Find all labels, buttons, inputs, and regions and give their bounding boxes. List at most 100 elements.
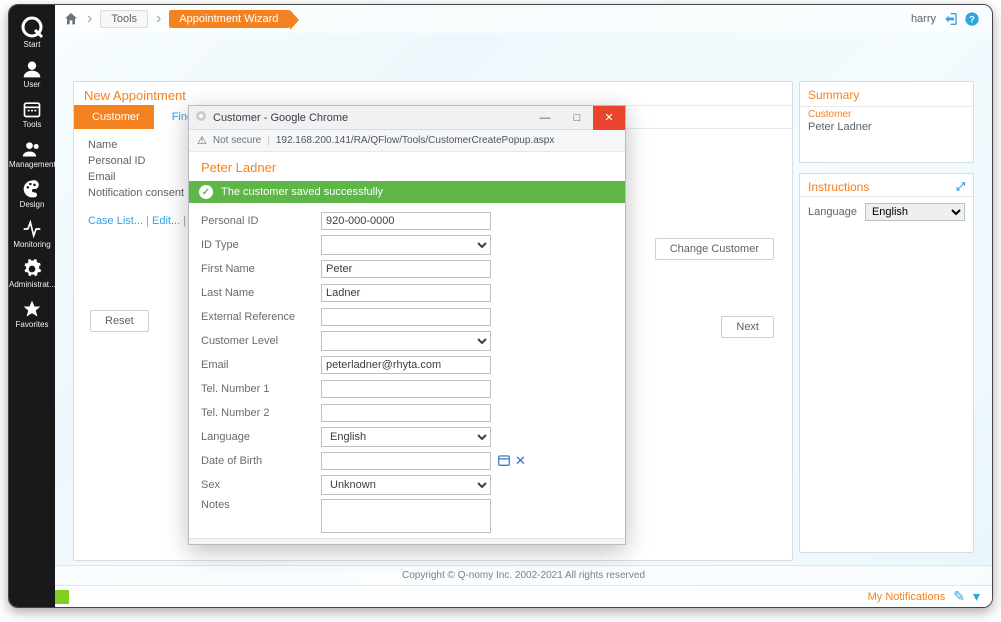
q-logo-icon: [20, 15, 44, 39]
palette-icon: [22, 179, 42, 199]
field-cust-level-label: Customer Level: [201, 335, 321, 347]
rail-tools-label: Tools: [9, 121, 55, 129]
star-icon: [22, 299, 42, 319]
breadcrumb-tools[interactable]: Tools: [100, 10, 148, 28]
field-tel2-input[interactable]: [321, 404, 491, 422]
field-personal-id-label: Personal ID: [201, 215, 321, 227]
reset-button[interactable]: Reset: [90, 310, 149, 332]
popup-success-banner: ✓ The customer saved successfully: [189, 181, 625, 203]
pulse-icon: [22, 219, 42, 239]
clear-date-icon[interactable]: ✕: [515, 453, 526, 469]
popup-address-bar[interactable]: ⚠ Not secure | 192.168.200.141/RA/QFlow/…: [189, 130, 625, 152]
home-icon[interactable]: [63, 11, 79, 27]
field-language-label: Language: [201, 431, 321, 443]
popup-customer-name: Peter Ladner: [189, 152, 625, 181]
filter-icon[interactable]: ▾: [973, 588, 980, 605]
rail-user-label: User: [9, 81, 55, 89]
field-tel1-label: Tel. Number 1: [201, 383, 321, 395]
popup-titlebar[interactable]: Customer - Google Chrome — □ ✕: [189, 106, 625, 130]
svg-text:?: ?: [969, 14, 975, 24]
window-close-button[interactable]: ✕: [593, 106, 625, 130]
field-last-name-input[interactable]: [321, 284, 491, 302]
window-minimize-button[interactable]: —: [529, 106, 561, 130]
summary-subtitle: Customer: [800, 109, 973, 120]
instructions-card: Instructions ⤢ Language English: [799, 173, 974, 553]
field-first-name-input[interactable]: [321, 260, 491, 278]
rail-admin-label: Administrat...: [9, 281, 55, 289]
left-nav-rail: Start User Tools Management Design Monit…: [9, 5, 55, 607]
summary-value: Peter Ladner: [800, 120, 973, 137]
pin-icon[interactable]: ✎: [953, 588, 965, 605]
field-ext-ref-input[interactable]: [321, 308, 491, 326]
next-button[interactable]: Next: [721, 316, 774, 338]
field-notes-input[interactable]: [321, 499, 491, 533]
help-icon[interactable]: ?: [964, 11, 980, 27]
instructions-title: Instructions: [808, 180, 869, 194]
calendar-icon: [22, 99, 42, 119]
not-secure-label: Not secure: [213, 135, 261, 146]
summary-card: Summary Customer Peter Ladner: [799, 81, 974, 163]
field-sex-select[interactable]: Unknown: [321, 475, 491, 495]
field-cust-level-select[interactable]: [321, 331, 491, 351]
rail-favorites-label: Favorites: [9, 321, 55, 329]
field-dob-label: Date of Birth: [201, 455, 321, 467]
field-tel1-input[interactable]: [321, 380, 491, 398]
case-list-link[interactable]: Case List...: [88, 215, 143, 227]
field-ext-ref-label: External Reference: [201, 311, 321, 323]
user-icon: [22, 59, 42, 79]
notification-bar: My Notifications ✎ ▾: [55, 585, 992, 607]
field-language-select[interactable]: English: [321, 427, 491, 447]
my-notifications-link[interactable]: My Notifications: [868, 591, 946, 603]
edit-link[interactable]: Edit...: [152, 215, 180, 227]
chevron-right-icon: ›: [85, 10, 94, 28]
top-bar: › Tools › Appointment Wizard harry ?: [55, 5, 992, 33]
popup-window-title: Customer - Google Chrome: [213, 112, 348, 124]
rail-start[interactable]: Start: [9, 9, 55, 53]
not-secure-icon: ⚠: [197, 134, 207, 147]
field-id-type-select[interactable]: [321, 235, 491, 255]
field-personal-id-input[interactable]: [321, 212, 491, 230]
footer: Copyright © Q-nomy Inc. 2002-2021 All ri…: [55, 565, 992, 585]
logout-icon[interactable]: [942, 11, 958, 27]
instructions-language-select[interactable]: English: [865, 203, 965, 221]
field-tel2-label: Tel. Number 2: [201, 407, 321, 419]
popup-scroll-track[interactable]: [189, 538, 625, 544]
summary-title: Summary: [800, 82, 973, 104]
notification-status-icon: [55, 590, 69, 604]
rail-design-label: Design: [9, 201, 55, 209]
rail-user[interactable]: User: [9, 53, 55, 93]
window-maximize-button[interactable]: □: [561, 106, 593, 130]
expand-icon[interactable]: ⤢: [956, 181, 965, 194]
rail-management-label: Management: [9, 161, 55, 169]
rail-start-label: Start: [9, 41, 55, 49]
field-dob-input[interactable]: [321, 452, 491, 470]
instructions-language-label: Language: [808, 206, 857, 218]
chevron-right-icon: ›: [154, 10, 163, 28]
field-notes-label: Notes: [201, 499, 321, 511]
popup-url: 192.168.200.141/RA/QFlow/Tools/CustomerC…: [276, 135, 555, 146]
field-email-label: Email: [201, 359, 321, 371]
rail-monitoring[interactable]: Monitoring: [9, 213, 55, 253]
appointment-title: New Appointment: [74, 82, 792, 105]
field-sex-label: Sex: [201, 479, 321, 491]
rail-admin[interactable]: Administrat...: [9, 253, 55, 293]
field-last-name-label: Last Name: [201, 287, 321, 299]
field-email-input[interactable]: [321, 356, 491, 374]
chrome-icon: [195, 110, 207, 125]
change-customer-button[interactable]: Change Customer: [655, 238, 774, 260]
check-icon: ✓: [199, 185, 213, 199]
popup-success-text: The customer saved successfully: [221, 186, 383, 198]
popup-body: Peter Ladner ✓ The customer saved succes…: [189, 152, 625, 538]
gear-icon: [22, 259, 42, 279]
rail-design[interactable]: Design: [9, 173, 55, 213]
rail-management[interactable]: Management: [9, 133, 55, 173]
rail-favorites[interactable]: Favorites: [9, 293, 55, 333]
customer-popup-window: Customer - Google Chrome — □ ✕ ⚠ Not sec…: [188, 105, 626, 545]
calendar-picker-icon[interactable]: [497, 453, 511, 470]
people-icon: [22, 139, 42, 159]
field-first-name-label: First Name: [201, 263, 321, 275]
rail-tools[interactable]: Tools: [9, 93, 55, 133]
breadcrumb-active: Appointment Wizard: [169, 10, 290, 28]
rail-monitoring-label: Monitoring: [9, 241, 55, 249]
step-customer[interactable]: Customer: [74, 105, 154, 129]
